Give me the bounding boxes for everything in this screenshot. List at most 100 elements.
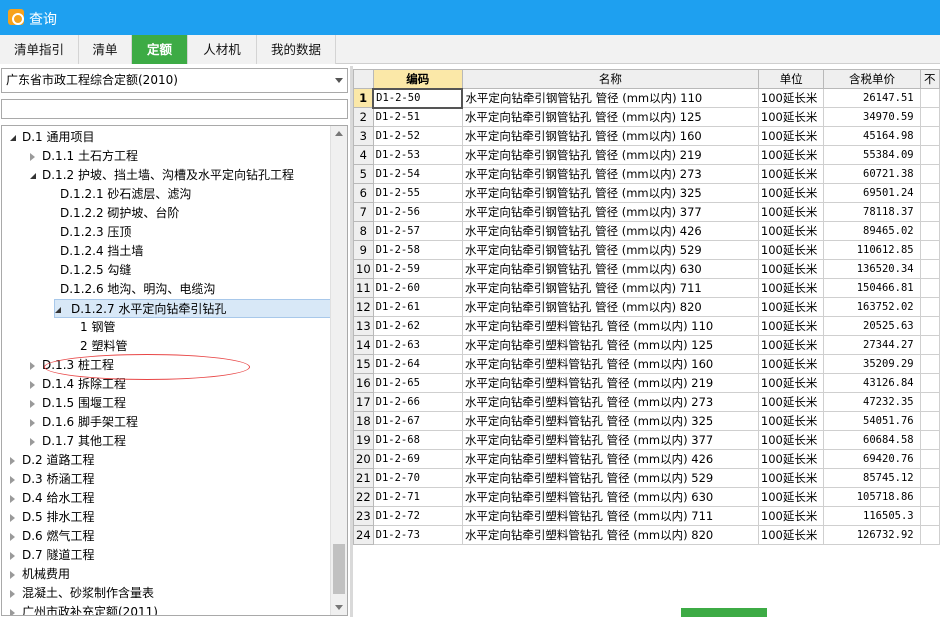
cell-price[interactable]: 54051.76 bbox=[823, 411, 921, 431]
cell-code[interactable]: D1-2-58 bbox=[372, 240, 463, 260]
cell-code[interactable]: D1-2-73 bbox=[372, 525, 463, 545]
cell-extra[interactable] bbox=[919, 221, 940, 241]
search-input[interactable] bbox=[1, 99, 348, 119]
expanded-arrow-icon[interactable] bbox=[30, 173, 36, 179]
cell-extra[interactable] bbox=[919, 449, 940, 469]
tab-quota[interactable]: 定额 bbox=[132, 35, 188, 64]
cell-code[interactable]: D1-2-69 bbox=[372, 449, 463, 469]
cell-code[interactable]: D1-2-61 bbox=[372, 297, 463, 317]
cell-name[interactable]: 水平定向钻牵引钢管钻孔 管径 (mm以内) 377 bbox=[461, 202, 759, 222]
tab-labor-material-machine[interactable]: 人材机 bbox=[188, 35, 257, 64]
row-number[interactable]: 11 bbox=[353, 278, 374, 298]
row-number[interactable]: 19 bbox=[353, 430, 374, 450]
cell-name[interactable]: 水平定向钻牵引钢管钻孔 管径 (mm以内) 426 bbox=[461, 221, 759, 241]
cell-unit[interactable]: 100延长米 bbox=[757, 525, 825, 545]
row-number[interactable]: 20 bbox=[353, 449, 374, 469]
table-row[interactable]: 22 D1-2-71 水平定向钻牵引塑料管钻孔 管径 (mm以内) 630 100延长… bbox=[353, 487, 940, 507]
cell-name[interactable]: 水平定向钻牵引钢管钻孔 管径 (mm以内) 219 bbox=[461, 145, 759, 165]
collapsed-arrow-icon[interactable] bbox=[30, 419, 35, 427]
collapsed-arrow-icon[interactable] bbox=[10, 533, 15, 541]
row-number[interactable]: 4 bbox=[353, 145, 374, 165]
tree-node[interactable]: D.1.2.7 水平定向钻牵引钻孔 bbox=[54, 299, 331, 318]
cell-extra[interactable] bbox=[919, 278, 940, 298]
cell-unit[interactable]: 100延长米 bbox=[757, 392, 825, 412]
table-row[interactable]: 10 D1-2-59 水平定向钻牵引钢管钻孔 管径 (mm以内) 630 100延长米… bbox=[353, 259, 940, 279]
cell-extra[interactable] bbox=[919, 335, 940, 355]
cell-code[interactable]: D1-2-62 bbox=[372, 316, 463, 336]
cell-extra[interactable] bbox=[919, 316, 940, 336]
column-header-name[interactable]: 名称 bbox=[461, 69, 759, 89]
cell-extra[interactable] bbox=[919, 506, 940, 526]
cell-code[interactable]: D1-2-59 bbox=[372, 259, 463, 279]
cell-unit[interactable]: 100延长米 bbox=[757, 183, 825, 203]
cell-unit[interactable]: 100延长米 bbox=[757, 354, 825, 374]
row-number[interactable]: 17 bbox=[353, 392, 374, 412]
cell-name[interactable]: 水平定向钻牵引塑料管钻孔 管径 (mm以内) 820 bbox=[461, 525, 759, 545]
cell-extra[interactable] bbox=[919, 107, 940, 127]
cell-code[interactable]: D1-2-63 bbox=[372, 335, 463, 355]
row-number[interactable]: 22 bbox=[353, 487, 374, 507]
cell-name[interactable]: 水平定向钻牵引塑料管钻孔 管径 (mm以内) 160 bbox=[461, 354, 759, 374]
table-row[interactable]: 16 D1-2-65 水平定向钻牵引塑料管钻孔 管径 (mm以内) 219 100延长… bbox=[353, 373, 940, 393]
cell-code[interactable]: D1-2-70 bbox=[372, 468, 463, 488]
cell-unit[interactable]: 100延长米 bbox=[757, 164, 825, 184]
cell-price[interactable]: 47232.35 bbox=[823, 392, 921, 412]
cell-name[interactable]: 水平定向钻牵引钢管钻孔 管径 (mm以内) 711 bbox=[461, 278, 759, 298]
cell-name[interactable]: 水平定向钻牵引塑料管钻孔 管径 (mm以内) 219 bbox=[461, 373, 759, 393]
table-row[interactable]: 4 D1-2-53 水平定向钻牵引钢管钻孔 管径 (mm以内) 219 100延长米 5… bbox=[353, 145, 940, 165]
cell-code[interactable]: D1-2-60 bbox=[372, 278, 463, 298]
collapsed-arrow-icon[interactable] bbox=[10, 495, 15, 503]
cell-unit[interactable]: 100延长米 bbox=[757, 335, 825, 355]
row-number[interactable]: 16 bbox=[353, 373, 374, 393]
cell-name[interactable]: 水平定向钻牵引钢管钻孔 管径 (mm以内) 160 bbox=[461, 126, 759, 146]
row-number[interactable]: 7 bbox=[353, 202, 374, 222]
expanded-arrow-icon[interactable] bbox=[10, 135, 16, 141]
cell-name[interactable]: 水平定向钻牵引塑料管钻孔 管径 (mm以内) 110 bbox=[461, 316, 759, 336]
cell-price[interactable]: 105718.86 bbox=[823, 487, 921, 507]
cell-code[interactable]: D1-2-50 bbox=[372, 87, 464, 109]
cell-code[interactable]: D1-2-57 bbox=[372, 221, 463, 241]
table-row[interactable]: 13 D1-2-62 水平定向钻牵引塑料管钻孔 管径 (mm以内) 110 100延长… bbox=[353, 316, 940, 336]
cell-price[interactable]: 126732.92 bbox=[823, 525, 921, 545]
cell-extra[interactable] bbox=[919, 183, 940, 203]
quota-library-select[interactable]: 广东省市政工程综合定额(2010) bbox=[1, 68, 348, 93]
cell-name[interactable]: 水平定向钻牵引塑料管钻孔 管径 (mm以内) 529 bbox=[461, 468, 759, 488]
table-row[interactable]: 5 D1-2-54 水平定向钻牵引钢管钻孔 管径 (mm以内) 273 100延长米 6… bbox=[353, 164, 940, 184]
row-number[interactable]: 8 bbox=[353, 221, 374, 241]
tab-my-data[interactable]: 我的数据 bbox=[257, 35, 336, 64]
row-number[interactable]: 23 bbox=[353, 506, 374, 526]
cell-name[interactable]: 水平定向钻牵引塑料管钻孔 管径 (mm以内) 325 bbox=[461, 411, 759, 431]
cell-price[interactable]: 116505.3 bbox=[823, 506, 921, 526]
row-number[interactable]: 2 bbox=[353, 107, 374, 127]
table-row[interactable]: 1 D1-2-50 水平定向钻牵引钢管钻孔 管径 (mm以内) 110 100延长米 2… bbox=[353, 87, 940, 109]
table-row[interactable]: 21 D1-2-70 水平定向钻牵引塑料管钻孔 管径 (mm以内) 529 100延长… bbox=[353, 468, 940, 488]
cell-code[interactable]: D1-2-71 bbox=[372, 487, 463, 507]
cell-name[interactable]: 水平定向钻牵引塑料管钻孔 管径 (mm以内) 630 bbox=[461, 487, 759, 507]
collapsed-arrow-icon[interactable] bbox=[30, 400, 35, 408]
cell-price[interactable]: 85745.12 bbox=[823, 468, 921, 488]
scroll-thumb[interactable] bbox=[333, 544, 345, 594]
expanded-arrow-icon[interactable] bbox=[55, 307, 61, 313]
column-header-unit[interactable]: 单位 bbox=[757, 69, 825, 89]
cell-price[interactable]: 78118.37 bbox=[823, 202, 921, 222]
cell-extra[interactable] bbox=[919, 392, 940, 412]
cell-price[interactable]: 34970.59 bbox=[823, 107, 921, 127]
collapsed-arrow-icon[interactable] bbox=[10, 476, 15, 484]
cell-code[interactable]: D1-2-65 bbox=[372, 373, 463, 393]
cell-code[interactable]: D1-2-54 bbox=[372, 164, 463, 184]
cell-extra[interactable] bbox=[919, 411, 940, 431]
column-header-code[interactable]: 编码 bbox=[372, 69, 463, 89]
cell-unit[interactable]: 100延长米 bbox=[757, 240, 825, 260]
bottom-expand-handle[interactable] bbox=[681, 608, 767, 617]
collapsed-arrow-icon[interactable] bbox=[10, 552, 15, 560]
cell-name[interactable]: 水平定向钻牵引塑料管钻孔 管径 (mm以内) 711 bbox=[461, 506, 759, 526]
cell-name[interactable]: 水平定向钻牵引钢管钻孔 管径 (mm以内) 325 bbox=[461, 183, 759, 203]
cell-name[interactable]: 水平定向钻牵引钢管钻孔 管径 (mm以内) 273 bbox=[461, 164, 759, 184]
table-row[interactable]: 19 D1-2-68 水平定向钻牵引塑料管钻孔 管径 (mm以内) 377 100延长… bbox=[353, 430, 940, 450]
cell-unit[interactable]: 100延长米 bbox=[757, 449, 825, 469]
row-number[interactable]: 21 bbox=[353, 468, 374, 488]
cell-price[interactable]: 60721.38 bbox=[823, 164, 921, 184]
cell-extra[interactable] bbox=[919, 487, 940, 507]
collapsed-arrow-icon[interactable] bbox=[10, 609, 15, 615]
table-row[interactable]: 20 D1-2-69 水平定向钻牵引塑料管钻孔 管径 (mm以内) 426 100延长… bbox=[353, 449, 940, 469]
